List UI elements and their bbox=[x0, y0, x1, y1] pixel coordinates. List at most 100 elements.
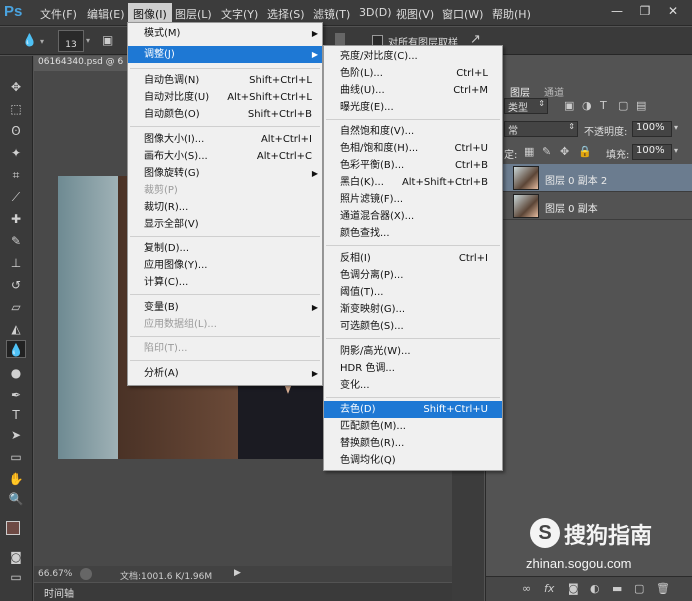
menu-item-photo-filter[interactable]: 照片滤镜(F)... bbox=[324, 191, 502, 208]
menu-item-duplicate[interactable]: 复制(D)... bbox=[128, 240, 322, 257]
eraser-tool-icon[interactable]: ▱ bbox=[6, 298, 26, 316]
chevron-down-icon[interactable]: ▾ bbox=[86, 36, 90, 45]
menu-item-exposure[interactable]: 曝光度(E)... bbox=[324, 99, 502, 116]
magic-wand-tool-icon[interactable]: ✦ bbox=[6, 144, 26, 162]
menu-item-black-white[interactable]: 黑白(K)... Alt+Shift+Ctrl+B bbox=[324, 174, 502, 191]
menu-select[interactable]: 选择(S) bbox=[267, 6, 305, 22]
type-tool-icon[interactable]: T bbox=[6, 406, 26, 424]
menu-item-gradient-map[interactable]: 渐变映射(G)... bbox=[324, 301, 502, 318]
new-group-icon[interactable]: ▬ bbox=[612, 582, 622, 595]
menu-item-apply-image[interactable]: 应用图像(Y)... bbox=[128, 257, 322, 274]
layer-style-icon[interactable]: fx bbox=[544, 582, 554, 595]
crop-tool-icon[interactable]: ⌗ bbox=[6, 166, 26, 184]
menu-help[interactable]: 帮助(H) bbox=[492, 6, 531, 22]
document-tab[interactable]: 06164340.psd @ 6 bbox=[34, 56, 134, 71]
filter-shape-icon[interactable]: ▢ bbox=[618, 99, 628, 112]
menu-window[interactable]: 窗口(W) bbox=[442, 6, 483, 22]
menu-item-variations[interactable]: 变化... bbox=[324, 377, 502, 394]
menu-item-selective-color[interactable]: 可选颜色(S)... bbox=[324, 318, 502, 335]
menu-item-auto-color[interactable]: 自动颜色(O) Shift+Ctrl+B bbox=[128, 106, 322, 123]
menu-item-calculations[interactable]: 计算(C)... bbox=[128, 274, 322, 291]
fill-field[interactable]: 100% bbox=[632, 144, 672, 160]
timeline-label[interactable]: 时间轴 bbox=[44, 585, 74, 600]
menu-item-hue-saturation[interactable]: 色相/饱和度(H)... Ctrl+U bbox=[324, 140, 502, 157]
menu-layer[interactable]: 图层(L) bbox=[175, 6, 212, 22]
lock-all-icon[interactable]: 🔒 bbox=[578, 145, 592, 158]
healing-tool-icon[interactable]: ✚ bbox=[6, 210, 26, 228]
menu-item-shadows-highlights[interactable]: 阴影/高光(W)... bbox=[324, 343, 502, 360]
menu-image[interactable]: 图像(I) bbox=[128, 3, 172, 23]
menu-item-equalize[interactable]: 色调均化(Q) bbox=[324, 452, 502, 469]
filter-adjustment-icon[interactable]: ◑ bbox=[582, 99, 592, 112]
menu-edit[interactable]: 编辑(E) bbox=[87, 6, 125, 22]
menu-item-invert[interactable]: 反相(I) Ctrl+I bbox=[324, 250, 502, 267]
menu-3d[interactable]: 3D(D) bbox=[359, 6, 392, 19]
layer-row[interactable]: 👁 图层 0 副本 2 bbox=[485, 164, 692, 192]
menu-item-channel-mixer[interactable]: 通道混合器(X)... bbox=[324, 208, 502, 225]
menu-item-analysis[interactable]: 分析(A) ▶ bbox=[128, 365, 322, 382]
add-mask-icon[interactable]: ◙ bbox=[568, 582, 579, 595]
menu-item-color-lookup[interactable]: 颜色查找... bbox=[324, 225, 502, 242]
brush-size-preset[interactable]: 13 bbox=[58, 30, 84, 52]
pen-tool-icon[interactable]: ✒ bbox=[6, 386, 26, 404]
layer-name[interactable]: 图层 0 副本 bbox=[545, 200, 598, 215]
chevron-down-icon[interactable]: ▾ bbox=[40, 37, 44, 46]
menu-item-canvas-size[interactable]: 画布大小(S)... Alt+Ctrl+C bbox=[128, 148, 322, 165]
new-layer-icon[interactable]: ▢ bbox=[634, 582, 644, 595]
menu-item-match-color[interactable]: 匹配颜色(M)... bbox=[324, 418, 502, 435]
menu-item-mode[interactable]: 模式(M) ▶ bbox=[128, 25, 322, 42]
paint-bucket-tool-icon[interactable]: ◭ bbox=[6, 320, 26, 338]
move-tool-icon[interactable]: ✥ bbox=[6, 78, 26, 96]
dodge-tool-icon[interactable]: ● bbox=[6, 364, 26, 382]
filter-type-icon[interactable]: T bbox=[600, 99, 607, 112]
screen-mode-icon[interactable]: ▭ bbox=[6, 568, 26, 586]
menu-item-posterize[interactable]: 色调分离(P)... bbox=[324, 267, 502, 284]
minimize-icon[interactable]: — bbox=[604, 2, 630, 20]
menu-item-image-rotation[interactable]: 图像旋转(G) ▶ bbox=[128, 165, 322, 182]
link-layers-icon[interactable]: ∞ bbox=[522, 582, 531, 595]
delete-layer-icon[interactable]: 🗑 bbox=[656, 582, 670, 595]
menu-filter[interactable]: 滤镜(T) bbox=[313, 6, 350, 22]
opacity-field[interactable]: 100% bbox=[632, 121, 672, 137]
blur-tool-icon[interactable]: 💧 bbox=[6, 340, 26, 358]
foreground-color-swatch[interactable] bbox=[6, 521, 20, 535]
eyedropper-tool-icon[interactable]: ⟋ bbox=[6, 188, 26, 206]
lasso-tool-icon[interactable]: ʘ bbox=[6, 122, 26, 140]
clone-stamp-tool-icon[interactable]: ⊥ bbox=[6, 254, 26, 272]
zoom-level[interactable]: 66.67% bbox=[38, 569, 72, 579]
close-icon[interactable]: ✕ bbox=[660, 2, 686, 20]
chevron-down-icon[interactable]: ▾ bbox=[674, 123, 678, 132]
menu-item-variables[interactable]: 变量(B) ▶ bbox=[128, 299, 322, 316]
menu-item-auto-contrast[interactable]: 自动对比度(U) Alt+Shift+Ctrl+L bbox=[128, 89, 322, 106]
history-brush-tool-icon[interactable]: ↺ bbox=[6, 276, 26, 294]
filter-pixel-icon[interactable]: ▣ bbox=[564, 99, 574, 112]
menu-item-brightness-contrast[interactable]: 亮度/对比度(C)... bbox=[324, 48, 502, 65]
menu-file[interactable]: 文件(F) bbox=[40, 6, 77, 22]
menu-item-reveal-all[interactable]: 显示全部(V) bbox=[128, 216, 322, 233]
layer-row[interactable]: 👁 图层 0 副本 bbox=[485, 192, 692, 220]
path-selection-tool-icon[interactable]: ➤ bbox=[6, 426, 26, 444]
menu-view[interactable]: 视图(V) bbox=[396, 6, 434, 22]
lock-pixels-icon[interactable]: ✎ bbox=[542, 145, 551, 158]
menu-item-color-balance[interactable]: 色彩平衡(B)... Ctrl+B bbox=[324, 157, 502, 174]
menu-item-levels[interactable]: 色阶(L)... Ctrl+L bbox=[324, 65, 502, 82]
menu-item-auto-tone[interactable]: 自动色调(N) Shift+Ctrl+L bbox=[128, 72, 322, 89]
zoom-tool-icon[interactable]: 🔍 bbox=[6, 490, 26, 508]
menu-item-vibrance[interactable]: 自然饱和度(V)... bbox=[324, 123, 502, 140]
adjustment-layer-icon[interactable]: ◐ bbox=[590, 582, 600, 595]
blend-mode-select[interactable]: 常 ⇕ bbox=[504, 121, 578, 137]
lock-position-icon[interactable]: ✥ bbox=[560, 145, 569, 158]
restore-icon[interactable]: ❐ bbox=[632, 2, 658, 20]
chevron-down-icon[interactable]: ▾ bbox=[674, 146, 678, 155]
menu-item-trim[interactable]: 裁切(R)... bbox=[128, 199, 322, 216]
layer-name[interactable]: 图层 0 副本 2 bbox=[545, 172, 607, 187]
menu-type[interactable]: 文字(Y) bbox=[221, 6, 258, 22]
marquee-tool-icon[interactable]: ⬚ bbox=[6, 100, 26, 118]
shape-tool-icon[interactable]: ▭ bbox=[6, 448, 26, 466]
layer-filter-select[interactable]: 类型 ⇕ bbox=[504, 98, 548, 114]
filter-smart-icon[interactable]: ▤ bbox=[636, 99, 646, 112]
chevron-right-icon[interactable]: ▶ bbox=[234, 568, 241, 578]
menu-item-replace-color[interactable]: 替换颜色(R)... bbox=[324, 435, 502, 452]
brush-tool-icon[interactable]: ✎ bbox=[6, 232, 26, 250]
menu-item-curves[interactable]: 曲线(U)... Ctrl+M bbox=[324, 82, 502, 99]
